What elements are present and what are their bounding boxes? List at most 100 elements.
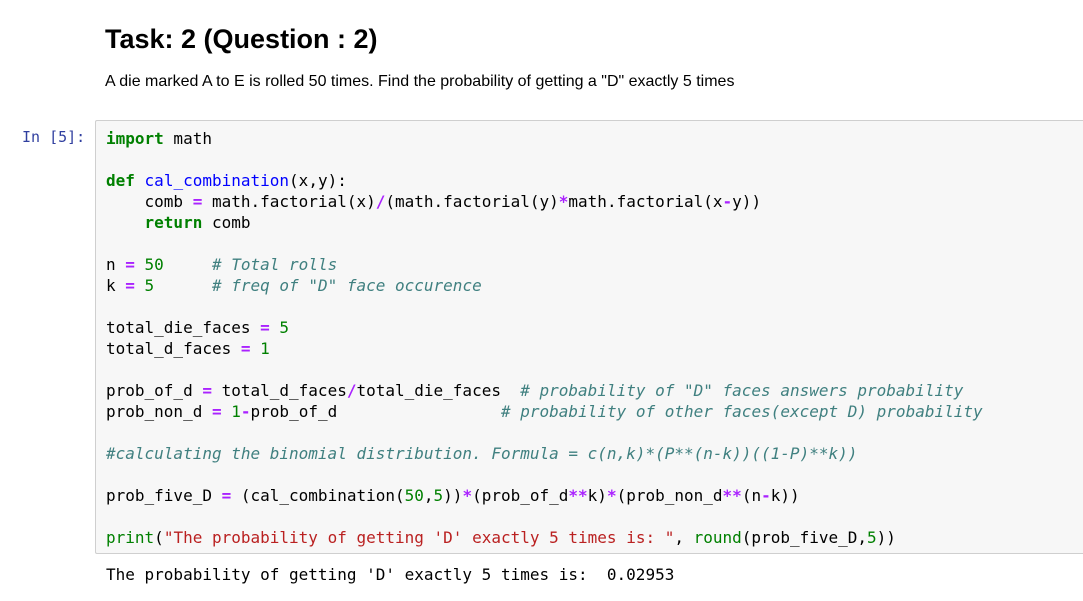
code-token: )) (876, 528, 896, 547)
code-token: # probability of "D" faces answers proba… (520, 381, 964, 400)
code-token: 5 (144, 276, 155, 295)
code-token: math.factorial(x (568, 192, 723, 211)
code-line: def cal_combination(x,y): (106, 170, 983, 191)
code-token: = (221, 486, 232, 505)
code-token: k)) (770, 486, 800, 505)
code-token: (prob_five_D, (741, 528, 868, 547)
code-token: print (106, 528, 155, 547)
code-token: prob_five_D (106, 486, 222, 505)
code-token: / (375, 192, 386, 211)
code-token: = (240, 339, 251, 358)
code-token: )) (443, 486, 463, 505)
code-token: # probability of other faces(except D) p… (500, 402, 983, 421)
code-token: 1 (231, 402, 241, 421)
markdown-title: Task: 2 (Question : 2) (105, 24, 378, 54)
code-token: total_die_faces (356, 381, 521, 400)
cell-output: The probability of getting 'D' exactly 5… (106, 565, 675, 584)
code-token: n (106, 255, 126, 274)
code-token: #calculating the binomial distribution. … (106, 444, 858, 463)
code-token: math.factorial(x) (202, 192, 376, 211)
code-token: * (606, 486, 617, 505)
code-token: y)) (732, 192, 762, 211)
code-line: import math (106, 128, 983, 149)
markdown-question-text: A die marked A to E is rolled 50 times. … (105, 73, 735, 90)
code-token: = (202, 381, 212, 400)
code-token: * (462, 486, 473, 505)
code-token: def (106, 171, 135, 190)
code-token: = (125, 255, 135, 274)
code-token: return (144, 213, 203, 232)
code-token: 5 (867, 528, 877, 547)
code-line: prob_non_d = 1-prob_of_d # probability o… (106, 401, 983, 422)
code-token: round (693, 528, 742, 547)
code-token: 50 (404, 486, 424, 505)
code-line: prob_of_d = total_d_faces/total_die_face… (106, 380, 983, 401)
code-token: 5 (279, 318, 290, 337)
code-token: prob_non_d (106, 402, 212, 421)
code-token: # Total rolls (211, 255, 338, 274)
code-line: n = 50 # Total rolls (106, 254, 983, 275)
code-line: total_die_faces = 5 (106, 317, 983, 338)
code-token: comb (106, 192, 193, 211)
code-line: return comb (106, 212, 983, 233)
code-token: comb (202, 213, 251, 232)
code-token: k) (587, 486, 607, 505)
code-token: , (674, 528, 694, 547)
code-token: ( (154, 528, 164, 547)
code-token: ** (568, 486, 588, 505)
code-token: (prob_non_d (616, 486, 723, 505)
code-token: , (423, 486, 434, 505)
code-token: cal_combination (144, 171, 290, 190)
code-token: total_die_faces (106, 318, 261, 337)
code-token: (cal_combination( (231, 486, 405, 505)
code-token: ** (722, 486, 742, 505)
code-line: k = 5 # freq of "D" face occurence (106, 275, 983, 296)
code-token: # freq of "D" face occurence (211, 276, 482, 295)
code-token: = (211, 402, 222, 421)
input-prompt: In [5]: (22, 128, 86, 146)
code-token: (prob_of_d (472, 486, 569, 505)
code-token: 5 (433, 486, 444, 505)
code-token: * (558, 192, 569, 211)
code-token: - (722, 192, 733, 211)
code-token: prob_of_d (250, 402, 501, 421)
code-editor[interactable]: import math def cal_combination(x,y): com… (106, 128, 983, 548)
code-line: comb = math.factorial(x)/(math.factorial… (106, 191, 983, 212)
code-token: - (240, 402, 251, 421)
code-token: (math.factorial(y) (385, 192, 559, 211)
code-token: 1 (260, 339, 270, 358)
code-line: prob_five_D = (cal_combination(50,5))*(p… (106, 485, 983, 506)
code-token: total_d_faces (211, 381, 347, 400)
code-token: 50 (144, 255, 164, 274)
code-token: "The probability of getting 'D' exactly … (163, 528, 675, 547)
code-token: = (192, 192, 203, 211)
code-line: #calculating the binomial distribution. … (106, 443, 983, 464)
code-token: = (260, 318, 270, 337)
code-token: = (125, 276, 135, 295)
code-token: import (106, 129, 164, 148)
code-token: total_d_faces (106, 339, 241, 358)
code-line: total_d_faces = 1 (106, 338, 983, 359)
code-token: (x,y): (289, 171, 347, 190)
code-line: print("The probability of getting 'D' ex… (106, 527, 983, 548)
code-token: math (163, 129, 212, 148)
code-token: - (761, 486, 771, 505)
code-token: k (106, 276, 126, 295)
code-token: (n (741, 486, 762, 505)
